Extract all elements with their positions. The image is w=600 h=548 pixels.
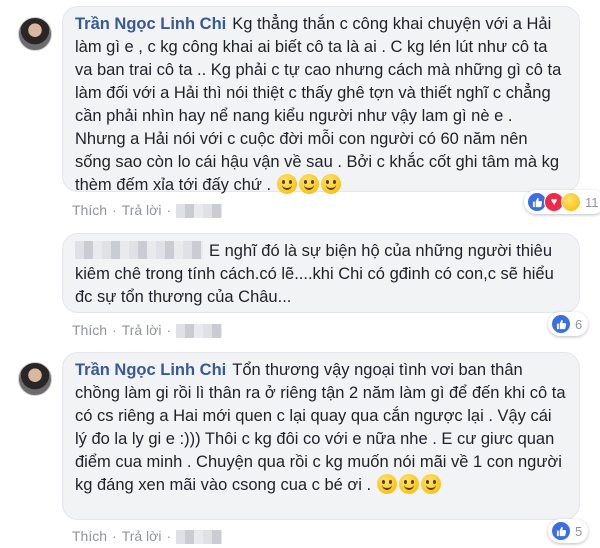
like-link[interactable]: Thích <box>72 322 107 338</box>
reaction-summary[interactable]: 5 <box>548 519 589 543</box>
reply-link[interactable]: Trả lời <box>122 528 162 544</box>
avatar[interactable] <box>18 17 52 51</box>
redacted-timestamp <box>176 530 223 544</box>
separator-dot: · <box>166 202 172 218</box>
comment-bubble: Trần Ngọc Linh Chi Tổn thương vậy ngoại t… <box>62 352 580 520</box>
haha-icon <box>561 192 581 212</box>
redacted-timestamp <box>176 324 223 338</box>
comment-author[interactable]: Trần Ngọc Linh Chi <box>75 15 226 33</box>
reaction-summary[interactable]: ♥ 11 <box>524 190 600 214</box>
smile-emoji-icon <box>298 174 319 194</box>
smile-emoji-icon <box>320 174 341 194</box>
comment-text: Kg thẳng thắn c công khai chuyện với a H… <box>75 15 566 194</box>
comment-author[interactable]: Trần Ngọc Linh Chi <box>75 361 226 379</box>
comment-bubble: Trần Ngọc Linh Chi Kg thẳng thắn c công k… <box>62 6 580 194</box>
smile-emoji-icon <box>276 174 297 194</box>
like-link[interactable]: Thích <box>72 528 107 544</box>
reply-link[interactable]: Trả lời <box>122 202 162 218</box>
reaction-count: 6 <box>575 316 583 332</box>
separator-dot: · <box>112 322 117 338</box>
redacted-timestamp <box>176 204 223 218</box>
comment-actions: Thích · Trả lời · <box>72 528 228 544</box>
reply-link[interactable]: Trả lời <box>122 322 162 338</box>
smile-emoji-icon <box>376 474 397 494</box>
separator-dot: · <box>112 528 117 544</box>
separator-dot: · <box>112 202 117 218</box>
comment-actions: Thích · Trả lời · <box>72 322 228 338</box>
like-icon <box>551 314 571 334</box>
separator-dot: · <box>166 322 172 338</box>
like-icon <box>551 521 571 541</box>
like-link[interactable]: Thích <box>72 202 107 218</box>
comment-bubble: E nghĩ đó là sự biện hộ của những người … <box>62 233 580 313</box>
smile-emoji-icon <box>420 474 441 494</box>
reaction-count: 11 <box>585 194 599 210</box>
comment-actions: Thích · Trả lời · <box>72 202 228 218</box>
redacted-author-name <box>75 241 203 259</box>
reaction-count: 5 <box>575 523 583 539</box>
reaction-summary[interactable]: 6 <box>548 312 589 336</box>
avatar[interactable] <box>18 362 52 396</box>
separator-dot: · <box>166 528 172 544</box>
comment-text: Tổn thương vậy ngoại tình vơi ban thân c… <box>75 361 571 494</box>
smile-emoji-icon <box>398 474 419 494</box>
